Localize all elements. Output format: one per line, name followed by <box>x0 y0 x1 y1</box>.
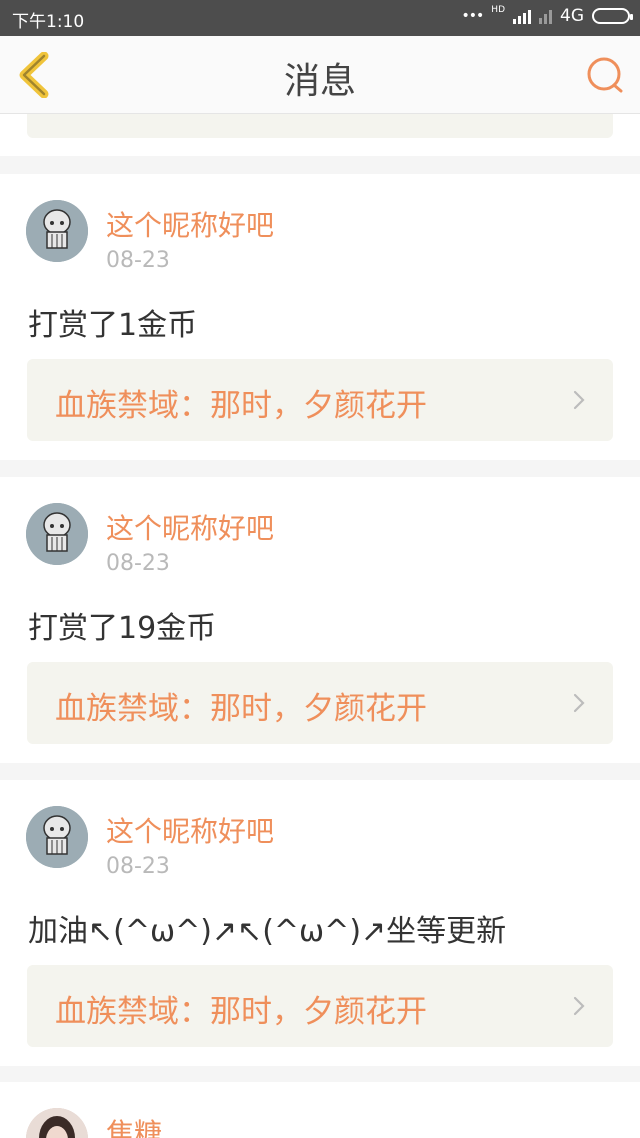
avatar[interactable] <box>26 806 88 868</box>
status-time: 下午1:10 <box>12 12 85 32</box>
message-date: 08-23 <box>106 248 170 273</box>
username[interactable]: 这个昵称好吧 <box>106 204 274 244</box>
previous-message-card <box>0 114 640 156</box>
avatar[interactable] <box>26 1108 88 1138</box>
book-link[interactable]: 血族禁域：那时，夕颜花开 <box>27 359 613 441</box>
message-text: 加油↖(^ω^)↗↖(^ω^)↗坐等更新 <box>28 914 507 949</box>
network-type: 4G <box>560 6 584 26</box>
message-date: 08-23 <box>106 551 170 576</box>
username[interactable]: 这个昵称好吧 <box>106 810 274 850</box>
message-list: 这个昵称好吧 08-23 打赏了1金币 血族禁域：那时，夕颜花开 这个昵称好吧 <box>0 114 640 1138</box>
username[interactable]: 焦糖 <box>106 1112 162 1138</box>
chevron-right-icon <box>573 390 585 410</box>
chevron-right-icon <box>573 996 585 1016</box>
username[interactable]: 这个昵称好吧 <box>106 507 274 547</box>
message-date: 08-23 <box>106 854 170 879</box>
signal-icon <box>513 8 531 24</box>
message-text: 打赏了19金币 <box>28 611 217 646</box>
message-card: 这个昵称好吧 08-23 加油↖(^ω^)↗↖(^ω^)↗坐等更新 血族禁域：那… <box>0 780 640 1066</box>
page-title: 消息 <box>283 61 356 102</box>
search-button[interactable] <box>586 56 624 94</box>
status-bar: 下午1:10 ••• HD 4G <box>0 0 640 36</box>
book-link[interactable]: 血族禁域：那时，夕颜花开 <box>27 965 613 1047</box>
book-link[interactable]: 血族禁域：那时，夕颜花开 <box>27 662 613 744</box>
previous-book-link[interactable] <box>27 114 613 138</box>
message-card: 焦糖 <box>0 1082 640 1138</box>
message-text: 打赏了1金币 <box>28 308 198 343</box>
search-icon <box>587 57 623 93</box>
nav-bar: 消息 <box>0 36 640 114</box>
book-link-title: 血族禁域：那时，夕颜花开 <box>55 691 427 727</box>
battery-icon <box>592 8 633 24</box>
avatar[interactable] <box>26 200 88 262</box>
avatar-image <box>26 1108 88 1138</box>
message-card: 这个昵称好吧 08-23 打赏了1金币 血族禁域：那时，夕颜花开 <box>0 174 640 460</box>
signal-secondary-icon <box>539 8 552 24</box>
avatar[interactable] <box>26 503 88 565</box>
avatar-image <box>26 503 88 565</box>
avatar-image <box>26 200 88 262</box>
status-icons: ••• HD 4G <box>461 5 633 26</box>
dots-icon: ••• <box>461 8 485 24</box>
chevron-right-icon <box>573 693 585 713</box>
hd-label: HD <box>491 5 505 15</box>
avatar-image <box>26 806 88 868</box>
book-link-title: 血族禁域：那时，夕颜花开 <box>55 994 427 1030</box>
message-card: 这个昵称好吧 08-23 打赏了19金币 血族禁域：那时，夕颜花开 <box>0 477 640 763</box>
book-link-title: 血族禁域：那时，夕颜花开 <box>55 388 427 424</box>
